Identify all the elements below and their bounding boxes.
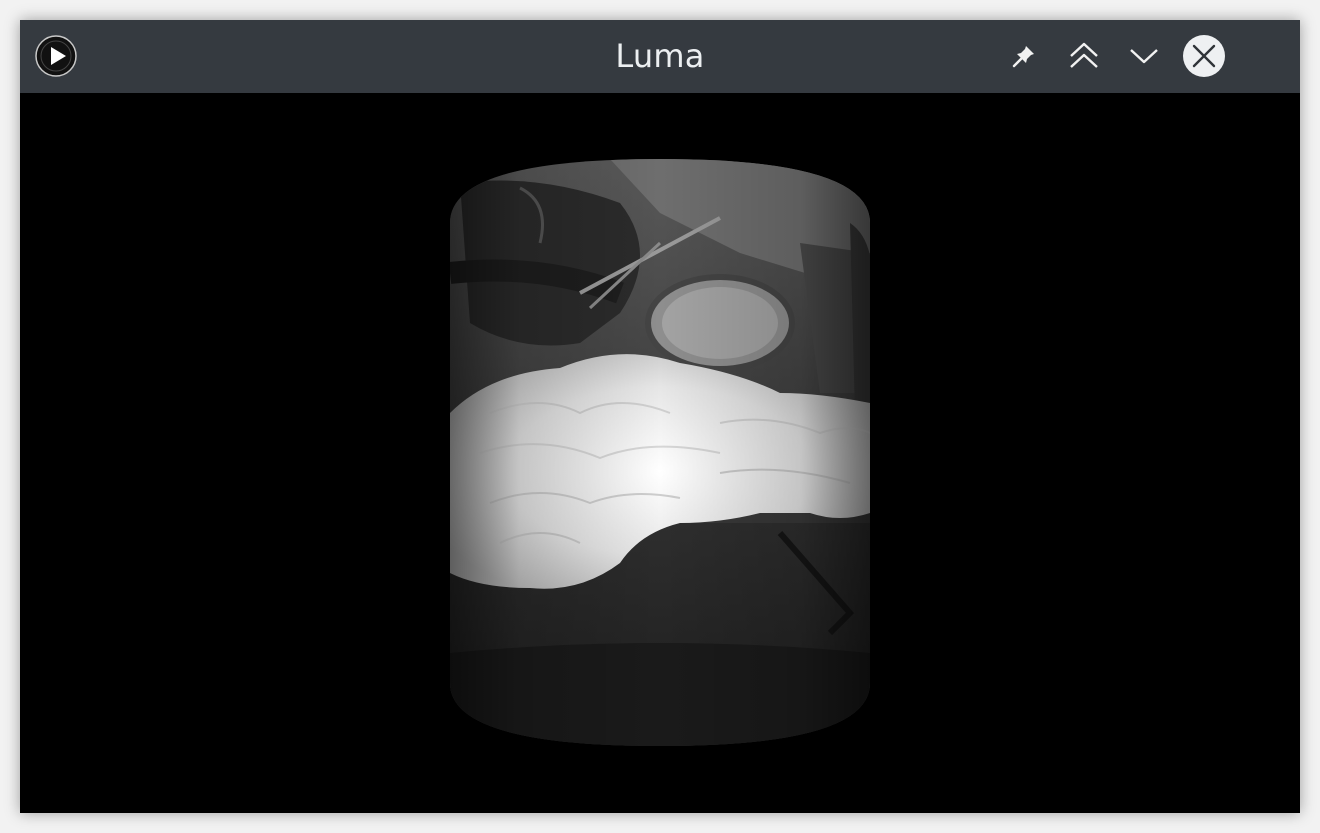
keep-above-button[interactable] [1062,34,1106,78]
video-area[interactable] [20,93,1300,813]
title-bar[interactable]: Luma [20,20,1300,93]
close-button[interactable] [1182,34,1226,78]
window-title: Luma [615,37,705,75]
cylinder-video-frame [450,159,870,746]
pin-icon [1009,41,1039,71]
double-chevron-up-icon [1068,40,1100,72]
close-icon [1191,43,1217,69]
close-button-circle [1183,35,1225,77]
media-player-icon[interactable] [35,35,77,77]
minimize-button[interactable] [1122,34,1166,78]
chevron-down-icon [1128,40,1160,72]
pin-button[interactable] [1002,34,1046,78]
luma-window: Luma [20,20,1300,813]
